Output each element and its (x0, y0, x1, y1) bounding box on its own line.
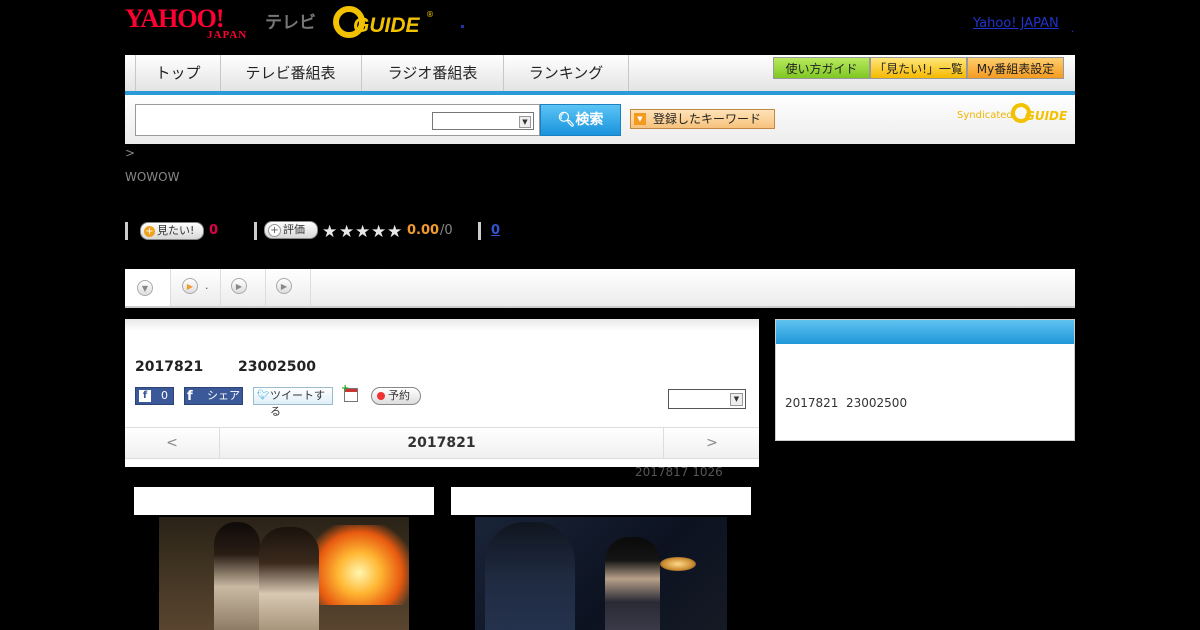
yahoo-japan-link[interactable]: Yahoo! JAPAN (973, 16, 1059, 31)
tweet-button[interactable]: 🐦︎ ツイートする (253, 387, 333, 418)
channel-name: WOWOW (125, 170, 180, 184)
plus-icon: + (268, 223, 281, 237)
star-icon: ★ (339, 222, 355, 242)
side-panel-time: 23002500 (846, 396, 908, 410)
record-dot-icon (377, 392, 385, 400)
syndicated-label: Syndicated (957, 110, 1013, 121)
search-category-select[interactable]: ▼ (432, 112, 534, 130)
yahoo-japan-logo[interactable]: YAHOO! JAPAN (125, 5, 265, 43)
nav-tab-top[interactable]: トップ (135, 55, 221, 91)
header-dot (461, 25, 464, 28)
star-icon: ★ (371, 222, 387, 242)
registered-keywords-button[interactable]: ▼ 登録したキーワード (630, 109, 775, 129)
usage-guide-button[interactable]: 使い方ガイド (773, 57, 870, 79)
search-button-label: 検索 (575, 112, 604, 128)
mitai-list-button[interactable]: 「見たい!」一覧 (870, 57, 967, 79)
subtab-2[interactable]: ▶ . (170, 269, 221, 306)
program-option-select[interactable]: ▼ (668, 389, 746, 409)
broadcast-info-panel: 2017821 23002500 (775, 319, 1075, 441)
facebook-like-count: 0 (161, 389, 168, 402)
syndicated-logo-text: GUIDE (1025, 109, 1068, 123)
twitter-bird-icon: 🐦︎ (257, 390, 270, 401)
program-date: 2017821 (135, 359, 204, 375)
mitai-count: 0 (209, 223, 219, 238)
chevron-down-icon: ▼ (730, 393, 743, 406)
nav-tab-ranking[interactable]: ランキング (504, 55, 629, 91)
program-time: 23002500 (238, 359, 316, 375)
rate-button[interactable]: + 評価 (264, 221, 318, 239)
updated-timestamp: 2017817 1026 (635, 465, 723, 479)
date-navigation: < 2017821 > (125, 427, 759, 459)
syndicated-gguide-logo: GUIDE (1011, 103, 1067, 127)
rating-count: /0 (440, 223, 453, 238)
registered-keywords-label: 登録したキーワード (653, 112, 762, 126)
rate-label: 評価 (283, 223, 305, 236)
add-calendar-icon[interactable]: + (341, 383, 358, 402)
rating-score: 0.00 (407, 223, 440, 238)
nav-tab-radio-schedule[interactable]: ラジオ番組表 (362, 55, 504, 91)
star-icon: ★ (322, 222, 338, 242)
chevron-down-icon: ▼ (137, 280, 153, 296)
panel-top-stripe (125, 319, 759, 331)
photo-caption-box (134, 487, 434, 515)
subtab-2-label: . (205, 279, 209, 292)
play-icon: ▶ (276, 278, 292, 294)
search-icon: 🔍︎ (557, 112, 576, 128)
my-schedule-settings-button[interactable]: My番組表設定 (967, 57, 1064, 79)
current-date: 2017821 (407, 435, 476, 451)
plus-icon: + (144, 225, 155, 237)
gguide-reg-mark: ® (426, 10, 434, 19)
search-button[interactable]: 🔍︎検索 (540, 104, 621, 136)
program-still-image[interactable] (475, 517, 727, 630)
subtab-details[interactable]: ▼ (125, 269, 171, 306)
play-icon: ▶ (231, 278, 247, 294)
program-still-image[interactable] (159, 517, 409, 630)
breadcrumb[interactable]: > (125, 146, 135, 160)
star-icon: ★ (387, 222, 403, 242)
facebook-share-label: シェア (207, 389, 240, 402)
side-panel-header (776, 320, 1074, 344)
subtab-4[interactable]: ▶ (265, 269, 311, 306)
main-nav: トップ テレビ番組表 ラジオ番組表 ランキング 使い方ガイド 「見たい!」一覧 … (125, 55, 1075, 95)
mitai-label: 見たい! (157, 224, 195, 237)
tweet-label: ツイートする (270, 389, 325, 418)
prev-date-button[interactable]: < (125, 428, 220, 458)
divider (478, 222, 481, 240)
facebook-share-button[interactable]: f シェア (184, 387, 243, 405)
facebook-icon: f (139, 390, 151, 402)
program-info-panel: 2017821 23002500 f 0 f シェア 🐦︎ ツイートする + 予… (125, 319, 759, 467)
play-icon: ▶ (182, 278, 198, 294)
search-area: ▼ 🔍︎検索 ▼ 登録したキーワード Syndicated GUIDE (125, 95, 1075, 144)
reserve-button[interactable]: 予約 (371, 387, 421, 405)
program-subtabs: ▼ ▶ . ▶ ▶ (125, 269, 1075, 308)
yahoo-logo-sub: JAPAN (207, 29, 248, 41)
facebook-like-button[interactable]: f 0 (135, 387, 174, 405)
photo-caption-box (451, 487, 751, 515)
gguide-logo-text: GUIDE (353, 14, 420, 37)
nav-tab-tv-schedule[interactable]: テレビ番組表 (220, 55, 362, 91)
side-panel-date: 2017821 (785, 396, 839, 410)
dropdown-triangle-icon: ▼ (634, 113, 646, 125)
reserve-label: 予約 (388, 389, 410, 402)
facebook-icon: f (187, 389, 193, 404)
plus-icon: + (341, 383, 350, 394)
star-icon: ★ (355, 222, 371, 242)
gguide-logo[interactable]: GUIDE ® (333, 6, 434, 42)
mitai-button[interactable]: + 見たい! (140, 222, 204, 240)
chevron-down-icon: ▼ (519, 116, 531, 128)
next-date-button[interactable]: > (663, 428, 760, 458)
divider (125, 222, 128, 240)
subtab-3[interactable]: ▶ (220, 269, 266, 306)
yahoo-japan-dot: . (1071, 24, 1075, 35)
review-count-link[interactable]: 0 (491, 223, 500, 238)
tv-label: テレビ (265, 13, 316, 33)
divider (254, 222, 257, 240)
